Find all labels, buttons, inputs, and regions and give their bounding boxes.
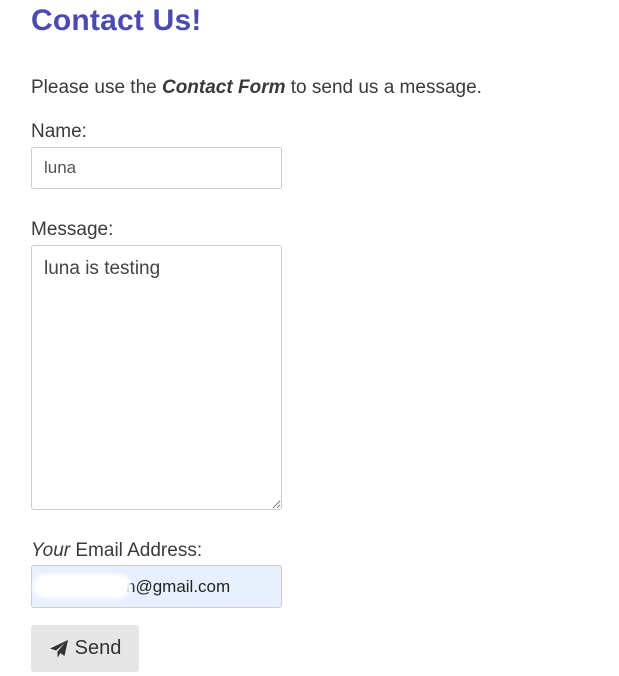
send-button[interactable]: Send xyxy=(31,625,139,672)
intro-text: Please use the Contact Form to send us a… xyxy=(31,77,482,99)
email-label-your: Your xyxy=(31,540,71,561)
redaction-mark xyxy=(33,574,131,598)
intro-suffix: to send us a message. xyxy=(285,77,482,98)
paper-plane-icon xyxy=(49,639,69,659)
name-input[interactable] xyxy=(31,147,282,189)
message-textarea[interactable]: luna is testing xyxy=(31,245,282,510)
email-label-rest: Email Address: xyxy=(70,540,203,561)
name-label: Name: xyxy=(31,121,87,142)
send-label: Send xyxy=(74,637,122,659)
page-title: Contact Us! xyxy=(31,4,202,37)
intro-emphasis: Contact Form xyxy=(161,77,286,98)
intro-prefix: Please use the xyxy=(31,77,162,98)
email-label: Your Email Address: xyxy=(31,540,202,562)
message-label: Message: xyxy=(31,219,114,240)
